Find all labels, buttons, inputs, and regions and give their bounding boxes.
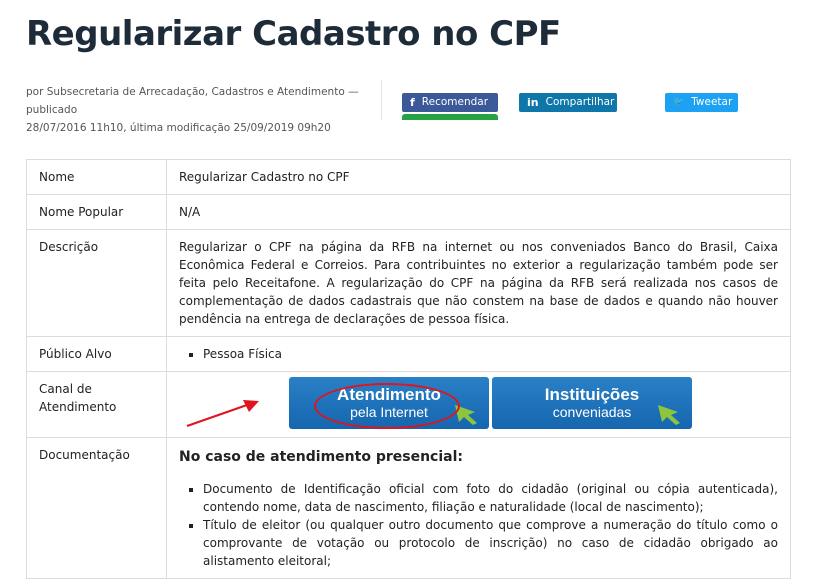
byline-dates: 28/07/2016 11h10, última modificação 25/… (26, 122, 331, 134)
linkedin-icon: in (527, 96, 539, 109)
documentacao-heading: No caso de atendimento presencial: (179, 449, 463, 465)
documentacao-list: Documento de Identificação oficial com f… (179, 480, 778, 570)
twitter-tweet-label: Tweetar (691, 96, 733, 108)
table-row-nome: Nome Regularizar Cadastro no CPF (26, 159, 791, 195)
row-value-nome: Regularizar Cadastro no CPF (166, 159, 791, 195)
twitter-icon: 🐦 (673, 97, 685, 107)
annotation-arrow-icon (186, 400, 259, 427)
row-value-descricao: Regularizar o CPF na página da RFB na in… (166, 229, 791, 337)
highlight-ellipse (314, 383, 460, 429)
cursor-arrow-icon (658, 405, 680, 425)
facebook-recommend-label: Recomendar (421, 96, 489, 108)
publico-alvo-list: Pessoa Física (179, 345, 778, 363)
facebook-recommend-button[interactable]: f Recomendar (402, 93, 498, 112)
table-row-publico-alvo: Público Alvo Pessoa Física (26, 336, 791, 372)
whatsapp-share-button[interactable] (402, 114, 498, 120)
table-row-documentacao: Documentação No caso de atendimento pres… (26, 437, 791, 579)
row-value-documentacao: No caso de atendimento presencial: Docum… (166, 437, 791, 579)
list-item: Pessoa Física (203, 345, 778, 363)
table-row-canal: Canal de Atendimento Atendimento pela In… (26, 371, 791, 438)
list-item: Título de eleitor (ou qualquer outro doc… (203, 516, 778, 570)
list-item: Documento de Identificação oficial com f… (203, 480, 778, 516)
canal-buttons: Atendimento pela Internet Instituições c… (179, 377, 778, 435)
page-title: Regularizar Cadastro no CPF (26, 14, 561, 54)
share-divider (381, 80, 382, 120)
descricao-text: Regularizar o CPF na página da RFB na in… (179, 240, 778, 326)
byline-author: por Subsecretaria de Arrecadação, Cadast… (26, 86, 359, 116)
twitter-tweet-button[interactable]: 🐦 Tweetar (665, 93, 738, 112)
linkedin-share-label: Compartilhar (545, 96, 615, 108)
row-label-canal: Canal de Atendimento (26, 371, 167, 438)
row-value-publico-alvo: Pessoa Física (166, 336, 791, 372)
row-label-nome: Nome (26, 159, 167, 195)
linkedin-share-button[interactable]: in Compartilhar (519, 93, 617, 112)
instituicoes-conveniadas-title: Instituições (544, 385, 640, 404)
table-row-nome-popular: Nome Popular N/A (26, 194, 791, 230)
byline: por Subsecretaria de Arrecadação, Cadast… (26, 83, 396, 137)
row-label-nome-popular: Nome Popular (26, 194, 167, 230)
row-label-descricao: Descrição (26, 229, 167, 337)
table-row-descricao: Descrição Regularizar o CPF na página da… (26, 229, 791, 337)
instituicoes-conveniadas-button[interactable]: Instituições conveniadas (492, 377, 692, 429)
row-label-publico-alvo: Público Alvo (26, 336, 167, 372)
service-info-table: Nome Regularizar Cadastro no CPF Nome Po… (26, 159, 791, 579)
facebook-icon: f (410, 96, 415, 109)
row-value-nome-popular: N/A (166, 194, 791, 230)
row-label-documentacao: Documentação (26, 437, 167, 579)
